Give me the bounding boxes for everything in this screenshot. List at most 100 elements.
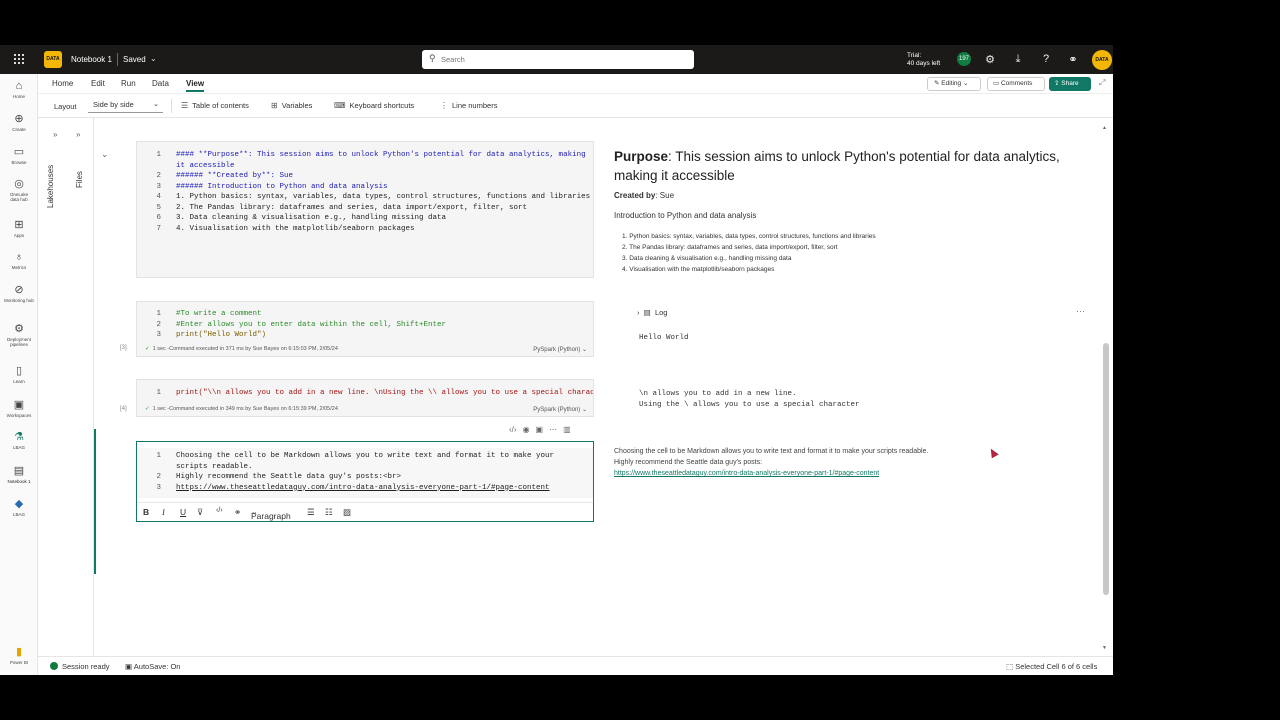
table-of-contents-button[interactable]: ☰ Table of contents xyxy=(181,101,249,110)
code-cell-3[interactable]: 1 print("\\n allows you to add in a new … xyxy=(136,379,594,417)
kernel-select[interactable]: PySpark (Python) ⌄ xyxy=(533,346,587,353)
workspace-logo[interactable]: DATA xyxy=(44,51,62,68)
line-numbers-button[interactable]: ⋮ Line numbers xyxy=(440,101,497,110)
browse-icon: ▭ xyxy=(13,146,25,158)
share-button[interactable]: ⇪ Share xyxy=(1049,77,1091,91)
notifications-badge[interactable]: 197 xyxy=(957,52,971,66)
rail-create[interactable]: ⊕ Create xyxy=(0,113,38,132)
active-cell-indicator xyxy=(94,429,96,574)
paragraph-select[interactable]: Paragraph ⌄ xyxy=(251,507,291,521)
bullet-list-icon[interactable]: ☰ xyxy=(307,507,315,518)
tab-home[interactable]: Home xyxy=(52,79,73,88)
tab-data[interactable]: Data xyxy=(152,79,169,88)
strikethrough-icon[interactable]: ⊽ xyxy=(197,507,203,518)
markdown-cell-4[interactable]: 1 Choosing the cell to be Markdown allow… xyxy=(136,441,594,522)
explorer-panel: » » Lakehouses Files xyxy=(38,118,94,657)
rail-label: Browse xyxy=(11,160,27,165)
numbered-list-icon[interactable]: ☷ xyxy=(325,507,333,518)
scrollbar-thumb[interactable] xyxy=(1103,343,1109,595)
delete-icon[interactable]: ▥ xyxy=(563,425,571,434)
rail-monitoring[interactable]: ⊘ Monitoring hub xyxy=(0,284,38,303)
search-input[interactable] xyxy=(441,53,681,66)
scroll-down-icon[interactable]: ▼ xyxy=(1102,645,1107,651)
image-icon[interactable]: ▨ xyxy=(343,507,351,518)
log-label: Log xyxy=(654,308,668,317)
markdown-cell-1[interactable]: 1 #### **Purpose**: This session aims to… xyxy=(136,141,594,278)
scroll-up-icon[interactable]: ▲ xyxy=(1102,125,1107,131)
tab-view[interactable]: View xyxy=(186,79,205,92)
expand-icon[interactable]: ⤢ xyxy=(1099,78,1105,88)
line-number: 5 xyxy=(156,203,161,212)
more-options-icon[interactable]: ⋯ xyxy=(1076,306,1085,317)
lakehouses-tab[interactable]: Lakehouses xyxy=(46,148,55,208)
italic-icon[interactable]: I xyxy=(162,507,165,517)
chevron-down-icon[interactable]: ⌄ xyxy=(150,54,157,63)
rail-label: Notebook 1 xyxy=(7,479,31,484)
rail-label: Home xyxy=(12,94,25,99)
expand-lakehouses-icon[interactable]: » xyxy=(53,130,57,139)
md-line: Choosing the cell to be Markdown allows … xyxy=(614,448,929,455)
rail-powerbi[interactable]: ▮ Power BI xyxy=(0,646,38,665)
comments-button[interactable]: ▭ Comments xyxy=(987,77,1045,91)
deployment-icon: ⚙ xyxy=(14,323,24,335)
rail-deployment[interactable]: ⚙ Deployment pipelines xyxy=(0,323,38,347)
lock-icon[interactable]: ▣ xyxy=(536,425,544,434)
session-ready-icon xyxy=(50,662,58,670)
rail-metrics[interactable]: ♁ Metrics xyxy=(0,251,38,270)
line-number: 3 xyxy=(156,483,161,492)
line-numbers-icon: ⋮ xyxy=(440,101,448,110)
code-view-icon[interactable]: ‹/› xyxy=(509,425,517,434)
rail-browse[interactable]: ▭ Browse xyxy=(0,146,38,165)
variables-button[interactable]: ⊞ Variables xyxy=(271,101,312,110)
avatar[interactable]: DATA xyxy=(1092,50,1112,70)
chevron-down-icon: ⌄ xyxy=(581,407,587,413)
saved-status[interactable]: Saved xyxy=(123,55,146,64)
powerbi-icon: ▮ xyxy=(15,646,23,658)
rail-home[interactable]: ⌂ Home xyxy=(0,80,38,99)
log-toggle[interactable]: › ▤ Log xyxy=(637,308,667,317)
keyboard-shortcuts-button[interactable]: ⌨ Keyboard shortcuts xyxy=(334,101,414,110)
tab-edit[interactable]: Edit xyxy=(91,79,105,88)
tab-run[interactable]: Run xyxy=(121,79,136,88)
code-editor[interactable]: 1 #### **Purpose**: This session aims to… xyxy=(137,150,593,275)
rail-apps[interactable]: ⊞ Apps xyxy=(0,219,38,238)
download-icon[interactable]: ⤓ xyxy=(1011,53,1025,66)
autosave-status[interactable]: ▣ AutoSave: On xyxy=(125,662,180,671)
link-icon[interactable]: ⚭ xyxy=(234,507,241,518)
view-ribbon: Layout Side by side ⌄ ☰ Table of contents… xyxy=(38,94,1113,118)
rail-lbag-workspace[interactable]: ◆ LBAG xyxy=(0,498,38,517)
code-cell-2[interactable]: 1 #To write a comment 2 #Enter allows yo… xyxy=(136,301,594,357)
code-line: Choosing the cell to be Markdown allows … xyxy=(176,452,555,460)
seattle-data-guy-link[interactable]: https://www.theseattledataguy.com/intro-… xyxy=(614,470,879,477)
help-icon[interactable]: ? xyxy=(1039,53,1053,65)
rail-learn[interactable]: ▯ Learn xyxy=(0,365,38,384)
metrics-icon: ♁ xyxy=(14,251,24,263)
rail-lbag[interactable]: ⚗ LBAG xyxy=(0,431,38,450)
feedback-icon[interactable]: ⚭ xyxy=(1066,53,1080,66)
search-box[interactable]: ⚲ xyxy=(422,50,694,69)
rail-workspaces[interactable]: ▣ Workspaces xyxy=(0,399,38,418)
preview-icon[interactable]: ◉ xyxy=(523,425,530,434)
line-number: 1 xyxy=(156,389,161,397)
monitoring-icon: ⊘ xyxy=(14,284,24,296)
shortcuts-label: Keyboard shortcuts xyxy=(349,101,415,110)
editing-mode-button[interactable]: ✎ Editing ⌄ xyxy=(927,77,981,91)
collapse-cell-icon[interactable]: ⌄ xyxy=(101,149,109,160)
code-editor[interactable]: 1 Choosing the cell to be Markdown allow… xyxy=(137,448,593,498)
code-icon[interactable]: ‹/› xyxy=(216,507,223,514)
code-line: 1. Python basics: syntax, variables, dat… xyxy=(176,193,591,201)
app-launcher-icon[interactable] xyxy=(14,54,25,65)
files-tab[interactable]: Files xyxy=(75,148,84,188)
kernel-select[interactable]: PySpark (Python) ⌄ xyxy=(533,406,587,413)
more-options-icon[interactable]: ⋯ xyxy=(549,425,557,434)
expand-files-icon[interactable]: » xyxy=(76,130,80,139)
notebook-title[interactable]: Notebook 1 xyxy=(71,55,112,64)
code-editor[interactable]: 1 print("\\n allows you to add in a new … xyxy=(137,388,593,400)
underline-icon[interactable]: U xyxy=(180,507,186,517)
code-editor[interactable]: 1 #To write a comment 2 #Enter allows yo… xyxy=(137,309,593,343)
rail-notebook[interactable]: ▤ Notebook 1 xyxy=(0,465,38,484)
bold-icon[interactable]: B xyxy=(143,507,149,517)
layout-select[interactable]: Side by side ⌄ xyxy=(88,98,163,113)
rail-onelake[interactable]: ◎ OneLake data hub xyxy=(0,178,38,202)
settings-gear-icon[interactable]: ⚙ xyxy=(983,53,997,66)
